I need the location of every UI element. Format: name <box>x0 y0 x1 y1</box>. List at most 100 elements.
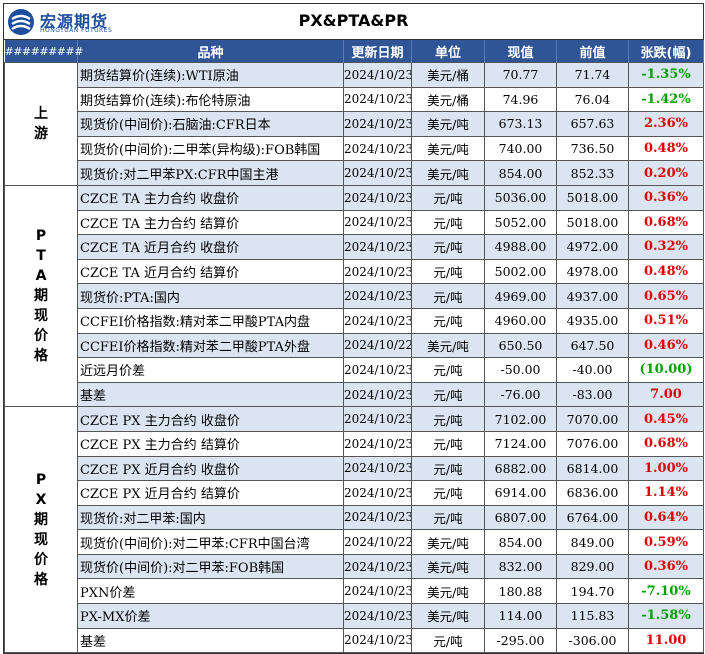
row-name: CZCE TA 主力合约 结算价 <box>77 209 344 236</box>
section-label-char: P <box>35 228 47 245</box>
row-name: CZCE PX 近月合约 收盘价 <box>77 455 344 482</box>
row-previous-value: -40.00 <box>556 357 629 383</box>
row-unit: 元/吨 <box>411 455 485 482</box>
col-header-current: 现值 <box>484 40 557 63</box>
table-row: 现货价:对二甲苯PX:CFR中国主港 2024/10/23 美元/吨 854.00 85… <box>5 160 704 186</box>
row-date: 2024/10/23 <box>343 62 412 88</box>
row-name: 近远月价差 <box>77 357 344 383</box>
table-row: 期货结算价(连续):布伦特原油 2024/10/23 美元/桶 74.96 76.04-… <box>5 86 704 113</box>
row-unit: 元/吨 <box>411 627 485 654</box>
row-current-value: 6882.00 <box>484 455 557 482</box>
row-change: (10.00) <box>628 357 704 383</box>
row-unit: 元/吨 <box>411 381 485 408</box>
row-change: 0.45% <box>628 406 704 432</box>
table-row: 上游期货结算价(连续):WTI原油 2024/10/23 美元/桶 70.77 71.7… <box>4 62 704 186</box>
row-change: 1.14% <box>628 480 704 506</box>
row-date: 2024/10/23 <box>343 184 412 211</box>
table-row: CZCE TA 近月合约 收盘价 2024/10/23 元/吨 4988.00 4972… <box>5 234 704 260</box>
row-change: -7.10% <box>628 578 704 605</box>
row-current-value: 740.00 <box>484 135 557 162</box>
row-change: 11.00 <box>628 627 704 654</box>
section-label-char: 上 <box>34 105 48 122</box>
row-unit: 美元/吨 <box>411 160 485 186</box>
row-previous-value: 829.00 <box>556 553 629 580</box>
row-change: 0.20% <box>628 160 704 186</box>
col-header-unit: 单位 <box>411 40 485 63</box>
row-date: 2024/10/23 <box>343 480 412 506</box>
row-current-value: 673.13 <box>484 111 557 137</box>
title-bar: 宏源期货 HONGYUAN FUTURES PX&PTA&PR <box>4 4 703 40</box>
row-name: CZCE PX 主力合约 收盘价 <box>77 406 344 432</box>
row-date: 2024/10/23 <box>343 553 412 580</box>
row-name: 现货价(中间价):二甲苯(异构级):FOB韩国 <box>77 135 344 162</box>
row-name: 基差 <box>77 381 344 408</box>
row-previous-value: 657.63 <box>556 111 629 137</box>
row-current-value: 7124.00 <box>484 430 557 457</box>
table-row: 现货价:PTA:国内 2024/10/23 元/吨 4969.00 4937.00 0.6… <box>5 283 704 309</box>
row-date: 2024/10/23 <box>343 357 412 383</box>
table-row: 现货价(中间价):对二甲苯:CFR中国台湾 2024/10/22 美元/吨 854.0… <box>5 529 704 555</box>
row-name: 期货结算价(连续):布伦特原油 <box>77 86 344 113</box>
row-current-value: 5036.00 <box>484 184 557 211</box>
row-change: 0.68% <box>628 430 704 457</box>
row-date: 2024/10/23 <box>343 307 412 334</box>
row-change: 0.48% <box>628 258 704 285</box>
row-change: 0.64% <box>628 504 704 531</box>
table-row: CZCE PX 主力合约 结算价 2024/10/23 元/吨 7124.00 7076… <box>5 430 704 457</box>
row-change: -1.58% <box>628 603 704 629</box>
row-current-value: 4960.00 <box>484 307 557 334</box>
row-current-value: 70.77 <box>484 62 557 88</box>
row-current-value: -295.00 <box>484 627 557 654</box>
row-change: 0.46% <box>628 332 704 359</box>
table-row: CZCE TA 近月合约 结算价 2024/10/23 元/吨 5002.00 4978… <box>5 258 704 285</box>
table-body: 上游期货结算价(连续):WTI原油 2024/10/23 美元/桶 70.77 71.7… <box>4 62 704 654</box>
row-date: 2024/10/23 <box>343 430 412 457</box>
row-previous-value: 6764.00 <box>556 504 629 531</box>
table-row: P T A 期现价格 CZCE TA 主力合约 收盘价 2024/10/23 元/吨 5036… <box>4 184 704 408</box>
row-change: 0.32% <box>628 234 704 260</box>
row-current-value: 5002.00 <box>484 258 557 285</box>
row-previous-value: 852.33 <box>556 160 629 186</box>
row-date: 2024/10/23 <box>343 234 412 260</box>
section-label: PX期现价格 <box>4 406 78 654</box>
row-unit: 元/吨 <box>411 504 485 531</box>
row-change: 2.36% <box>628 111 704 137</box>
row-change: 0.51% <box>628 307 704 334</box>
row-change: 0.36% <box>628 553 704 580</box>
row-unit: 元/吨 <box>411 258 485 285</box>
row-name: CZCE TA 近月合约 结算价 <box>77 258 344 285</box>
row-previous-value: 736.50 <box>556 135 629 162</box>
row-unit: 元/吨 <box>411 307 485 334</box>
row-unit: 美元/吨 <box>411 332 485 359</box>
row-current-value: 650.50 <box>484 332 557 359</box>
col-header-name: 品种 <box>77 40 344 63</box>
section-label-char: 期 <box>34 511 48 528</box>
row-name: 现货价:对二甲苯:国内 <box>77 504 344 531</box>
row-unit: 美元/吨 <box>411 135 485 162</box>
row-name: 现货价:对二甲苯PX:CFR中国主港 <box>77 160 344 186</box>
row-previous-value: -83.00 <box>556 381 629 408</box>
table-row: CZCE TA 主力合约 结算价 2024/10/23 元/吨 5052.00 5018… <box>5 209 704 236</box>
row-current-value: 7102.00 <box>484 406 557 432</box>
table-row: 近远月价差 2024/10/23 元/吨 -50.00 -40.00 (10.00) <box>5 357 704 383</box>
row-date: 2024/10/23 <box>343 578 412 605</box>
row-current-value: 854.00 <box>484 160 557 186</box>
row-change: 7.00 <box>628 381 704 408</box>
row-date: 2024/10/23 <box>343 406 412 432</box>
row-date: 2024/10/23 <box>343 135 412 162</box>
row-date: 2024/10/23 <box>343 111 412 137</box>
row-unit: 元/吨 <box>411 430 485 457</box>
row-current-value: 6807.00 <box>484 504 557 531</box>
row-unit: 美元/吨 <box>411 529 485 555</box>
page-title: PX&PTA&PR <box>298 11 409 30</box>
row-current-value: 6914.00 <box>484 480 557 506</box>
row-previous-value: 4978.00 <box>556 258 629 285</box>
row-date: 2024/10/23 <box>343 160 412 186</box>
row-previous-value: 4937.00 <box>556 283 629 309</box>
row-previous-value: 6836.00 <box>556 480 629 506</box>
row-name: 现货价(中间价):对二甲苯:CFR中国台湾 <box>77 529 344 555</box>
row-unit: 美元/桶 <box>411 62 485 88</box>
row-previous-value: 5018.00 <box>556 184 629 211</box>
row-previous-value: 71.74 <box>556 62 629 88</box>
row-date: 2024/10/23 <box>343 381 412 408</box>
